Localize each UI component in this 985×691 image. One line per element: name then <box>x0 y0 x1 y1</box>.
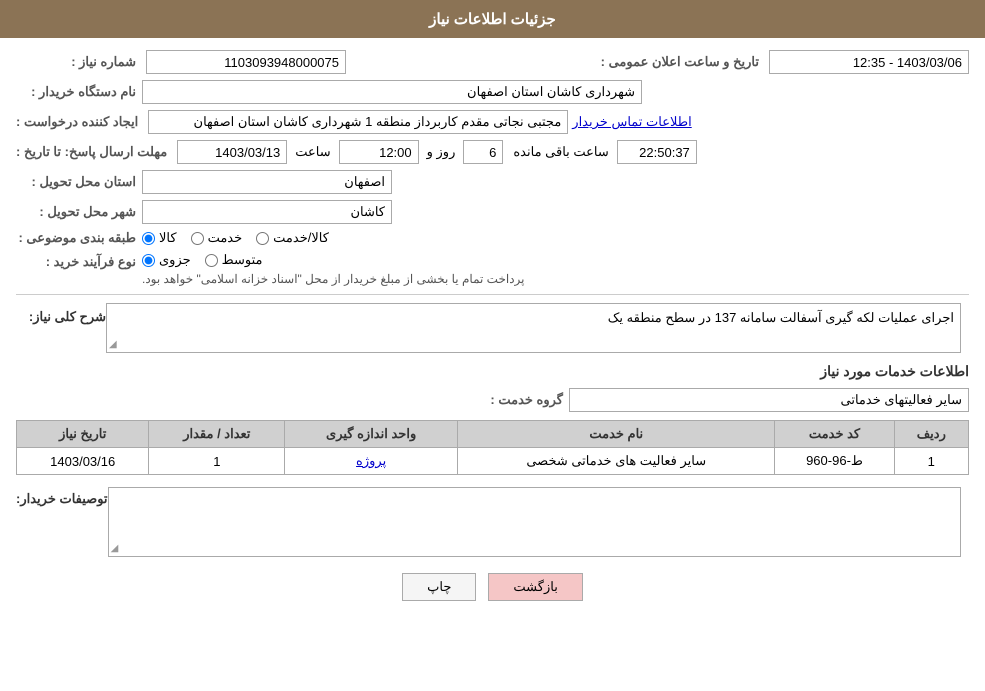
print-button[interactable]: چاپ <box>402 573 476 601</box>
radio-khedmat: خدمت <box>191 230 243 246</box>
cell-4: 1 <box>149 448 285 475</box>
nam-dastgah-field: شهرداری کاشان استان اصفهان <box>142 80 642 104</box>
page-title: جزئیات اطلاعات نیاز <box>429 11 556 28</box>
col-tedad: تعداد / مقدار <box>149 421 285 448</box>
table-row: 1ط-96-960سایر فعالیت های خدماتی شخصیپروژ… <box>17 448 969 475</box>
radio-kala-label: کالا <box>159 230 177 246</box>
col-kod: کد خدمت <box>775 421 894 448</box>
tamas-khardar-link[interactable]: اطلاعات تماس خریدار <box>572 114 691 130</box>
sharh-kolli-value: اجرای عملیات لکه گیری آسفالت سامانه 137 … <box>608 310 954 325</box>
col-radif: ردیف <box>894 421 968 448</box>
ijad-konande-field: مجتبی نجاتی مقدم کاربرداز منطقه 1 شهردار… <box>148 110 568 134</box>
mohlat-tarikh-field: 1403/03/13 <box>177 140 287 164</box>
ostan-label: استان محل تحویل : <box>16 174 136 190</box>
radio-jozvi: جزوی <box>142 252 191 268</box>
radio-kalaKhedmat-label: کالا/خدمت <box>273 230 329 246</box>
shomare-niaz-field: 1103093948000075 <box>146 50 346 74</box>
resize-icon-2: ◢ <box>111 543 119 554</box>
radio-motavaset-label: متوسط <box>222 252 263 268</box>
radio-jozvi-label: جزوی <box>159 252 191 268</box>
buyer-notes-label: توصیفات خریدار: <box>16 491 108 507</box>
shahr-field: کاشان <box>142 200 392 224</box>
cell-0: 1 <box>894 448 968 475</box>
saat-label: ساعت <box>295 144 330 160</box>
col-tarikh: تاریخ نیاز <box>17 421 149 448</box>
radio-kala-input[interactable] <box>142 232 155 245</box>
sharh-kolli-box: اجرای عملیات لکه گیری آسفالت سامانه 137 … <box>106 303 961 353</box>
groupe-khedmat-label: گروه خدمت : <box>443 392 563 408</box>
saat-baqi-field: 22:50:37 <box>617 140 697 164</box>
tarikh-field: 1403/03/06 - 12:35 <box>769 50 969 74</box>
nam-dastgah-label: نام دستگاه خریدار : <box>16 84 136 100</box>
roz-field: 6 <box>463 140 503 164</box>
col-nam: نام خدمت <box>458 421 775 448</box>
cell-1: ط-96-960 <box>775 448 894 475</box>
saat-baqi-label: ساعت باقی مانده <box>513 144 608 160</box>
cell-5: 1403/03/16 <box>17 448 149 475</box>
ijad-konande-label: ایجاد کننده درخواست : <box>16 114 138 130</box>
radio-khedmat-label: خدمت <box>208 230 243 246</box>
radio-jozvi-input[interactable] <box>142 254 155 267</box>
tabaqebandi-group: کالا/خدمت خدمت کالا <box>142 230 329 246</box>
shahr-label: شهر محل تحویل : <box>16 204 136 220</box>
col-vahed: واحد اندازه گیری <box>285 421 458 448</box>
radio-kalaKhedmat: کالا/خدمت <box>256 230 329 246</box>
noe-farayand-group: متوسط جزوی <box>142 252 263 268</box>
buttons-row: بازگشت چاپ <box>16 573 969 617</box>
vahed-cell: پروژه <box>285 448 458 475</box>
resize-icon: ◢ <box>109 339 117 350</box>
shomare-niaz-label: شماره نیاز : <box>16 54 136 70</box>
radio-motavaset: متوسط <box>205 252 263 268</box>
noe-farayand-label: نوع فرآیند خرید : <box>16 254 136 270</box>
radio-kala: کالا <box>142 230 177 246</box>
services-table: ردیف کد خدمت نام خدمت واحد اندازه گیری ت… <box>16 420 969 475</box>
sharh-kolli-label: شرح کلی نیاز: <box>16 303 106 325</box>
back-button[interactable]: بازگشت <box>488 573 582 601</box>
tarikh-label: تاریخ و ساعت اعلان عمومی : <box>601 54 759 70</box>
mohlat-label: مهلت ارسال پاسخ: تا تاریخ : <box>16 144 167 160</box>
noe-farayand-desc: پرداخت تمام یا بخشی از مبلغ خریدار از مح… <box>142 272 525 286</box>
buyer-notes-box: ◢ <box>108 487 961 557</box>
radio-motavaset-input[interactable] <box>205 254 218 267</box>
ostan-field: اصفهان <box>142 170 392 194</box>
page-header: جزئیات اطلاعات نیاز <box>0 0 985 38</box>
saat-field: 12:00 <box>339 140 419 164</box>
cell-2: سایر فعالیت های خدماتی شخصی <box>458 448 775 475</box>
radio-kalaKhedmat-input[interactable] <box>256 232 269 245</box>
radio-khedmat-input[interactable] <box>191 232 204 245</box>
roz-label: روز و <box>427 144 456 160</box>
groupe-khedmat-field: سایر فعالیتهای خدماتی <box>569 388 969 412</box>
khadamat-title: اطلاعات خدمات مورد نیاز <box>16 363 969 380</box>
tabaqebandi-label: طبقه بندی موضوعی : <box>16 230 136 246</box>
